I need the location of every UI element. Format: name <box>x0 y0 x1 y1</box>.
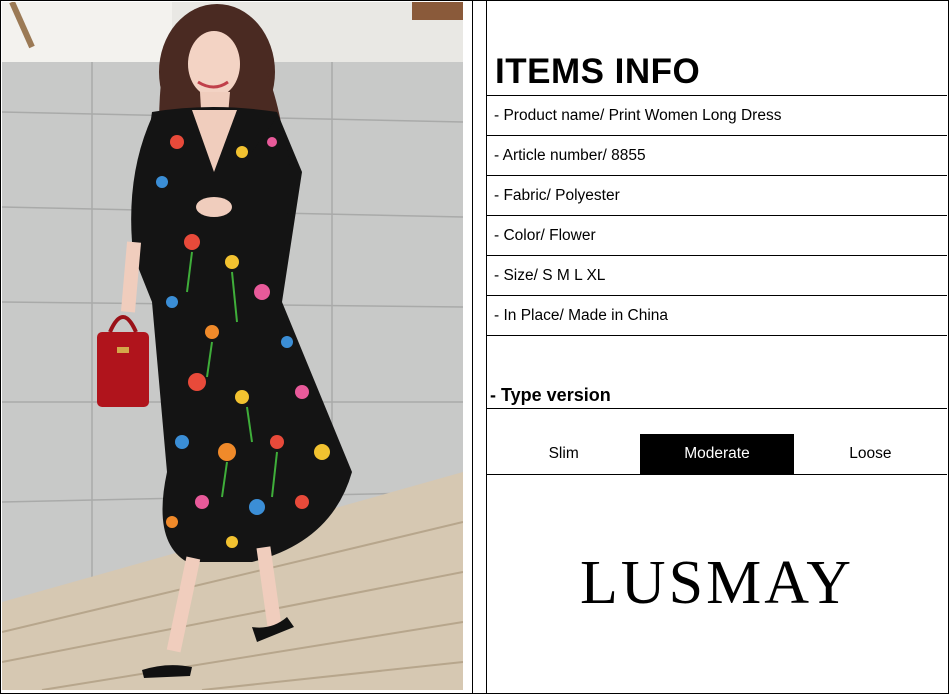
article-number-row: - Article number/ 8855 <box>494 147 646 164</box>
divider-left <box>472 0 473 694</box>
product-name-row: - Product name/ Print Women Long Dress <box>494 107 782 124</box>
color-row: - Color/ Flower <box>494 227 596 244</box>
option-slim[interactable]: Slim <box>487 434 641 474</box>
row-divider <box>487 408 947 409</box>
type-version-label: - Type version <box>490 385 611 405</box>
type-version-options: Slim Moderate Loose <box>487 434 947 474</box>
items-info-title: ITEMS INFO <box>495 52 701 91</box>
brand-logo: LUSMAY <box>579 549 855 617</box>
items-info-panel: ITEMS INFO - Product name/ Print Women L… <box>487 0 947 694</box>
place-row: - In Place/ Made in China <box>494 307 669 324</box>
product-photo <box>2 2 463 690</box>
row-divider <box>487 474 947 475</box>
option-moderate[interactable]: Moderate <box>640 434 794 474</box>
size-row: - Size/ S M L XL <box>494 267 606 284</box>
option-loose[interactable]: Loose <box>793 434 947 474</box>
fabric-row: - Fabric/ Polyester <box>494 187 620 204</box>
row-divider <box>487 335 947 336</box>
